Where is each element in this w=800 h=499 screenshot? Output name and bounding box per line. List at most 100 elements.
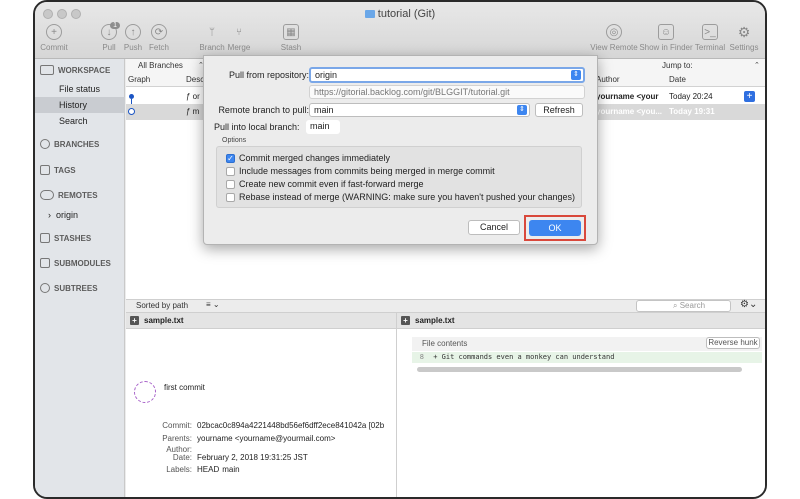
commit-node-icon — [128, 108, 135, 115]
row-description: ƒ m — [186, 107, 200, 116]
commit-icon: + — [46, 24, 62, 40]
checkbox-checked-icon[interactable]: ✓ — [226, 153, 235, 163]
stash-icon — [40, 233, 50, 243]
merge-icon: ⑂ — [236, 26, 242, 38]
checkbox-icon[interactable] — [226, 192, 235, 202]
view-remote-button[interactable]: ◎ View Remote — [590, 24, 638, 52]
sidebar-section-label: REMOTES — [58, 190, 98, 200]
avatar — [134, 381, 156, 403]
hunk-title: File contents — [422, 339, 468, 348]
branch-icon — [40, 139, 50, 149]
option-label: Create new commit even if fast-forward m… — [239, 179, 424, 189]
pull-icon: ↓ 1 — [101, 22, 120, 40]
branch-filter-dropdown[interactable]: All Branches — [138, 61, 183, 70]
commit-hash-value[interactable]: 02bcac0c894a4221448bd56ef6dff2ece841042a… — [197, 421, 384, 430]
sidebar-section-subtrees[interactable]: SUBTREES — [40, 283, 98, 293]
pull-label: Pull — [102, 43, 116, 52]
checkbox-icon[interactable] — [226, 179, 235, 189]
column-header-date[interactable]: Date — [669, 75, 686, 84]
sidebar-section-label: STASHES — [54, 233, 92, 243]
checkbox-icon[interactable] — [226, 166, 235, 176]
option-label: Rebase instead of merge (WARNING: make s… — [239, 192, 576, 202]
folder-icon — [364, 10, 375, 18]
date-row: Date: February 2, 2018 19:31:25 JST — [126, 453, 308, 462]
fetch-icon: ⟳ — [151, 24, 167, 40]
sidebar-section-label: BRANCHES — [54, 139, 100, 149]
refresh-button[interactable]: Refresh — [535, 103, 583, 117]
monitor-icon — [40, 65, 54, 75]
sidebar-item-label: File status — [59, 84, 101, 94]
commit-button[interactable]: + Commit — [39, 24, 69, 52]
gear-icon[interactable]: ⚙⌄ — [740, 299, 757, 310]
cancel-button[interactable]: Cancel — [468, 220, 520, 235]
sidebar-item-search[interactable]: Search — [35, 113, 125, 129]
diff-file-name: sample.txt — [415, 316, 455, 325]
remote-branch-label: Remote branch to pull: — [218, 105, 309, 115]
remote-branch-select[interactable]: main ⇕ — [309, 103, 530, 117]
pull-button[interactable]: ↓ 1 Pull — [97, 22, 121, 52]
sidebar-item-file-status[interactable]: File status — [35, 81, 125, 97]
list-view-icon[interactable]: ≡ ⌄ — [206, 300, 220, 309]
row-author: yourname <your — [596, 92, 659, 101]
chevron-up-down-icon[interactable]: ⌃ — [754, 61, 760, 69]
ok-button[interactable]: OK — [529, 220, 581, 236]
stash-button[interactable]: ▦ Stash — [277, 24, 305, 52]
date-label: Date: — [172, 453, 192, 462]
show-in-finder-label: Show in Finder — [639, 43, 693, 52]
search-icon: ⌕ — [673, 301, 680, 310]
option-label: Include messages from commits being merg… — [239, 166, 495, 176]
label-branch: main — [222, 465, 240, 474]
column-header-author[interactable]: Author — [596, 75, 620, 84]
terminal-button[interactable]: >_ Terminal — [693, 24, 727, 52]
option-rebase[interactable]: Rebase instead of merge (WARNING: make s… — [226, 192, 575, 202]
sidebar-section-tags[interactable]: TAGS — [40, 165, 76, 175]
sidebar-section-label: SUBMODULES — [54, 258, 111, 268]
window-title: tutorial (Git) — [35, 8, 765, 20]
option-commit-immediately[interactable]: ✓ Commit merged changes immediately — [226, 153, 390, 163]
file-added-icon: + — [130, 316, 139, 325]
column-header-description[interactable]: Desc — [186, 75, 204, 84]
row-description: ƒ or — [186, 92, 200, 101]
add-icon[interactable]: + — [744, 91, 755, 102]
sidebar-section-branches[interactable]: BRANCHES — [40, 139, 99, 149]
local-branch-label: Pull into local branch: — [214, 122, 300, 132]
sidebar-section-label: WORKSPACE — [58, 65, 111, 75]
sidebar-item-origin[interactable]: › origin — [35, 207, 125, 223]
remote-url-value: https://gitorial.backlog.com/git/BLGGIT/… — [314, 87, 510, 97]
row-date: Today 19:31 — [669, 107, 715, 116]
branch-button[interactable]: ᛘ Branch — [198, 24, 226, 53]
option-include-messages[interactable]: Include messages from commits being merg… — [226, 166, 495, 176]
sidebar-section-stashes[interactable]: STASHES — [40, 233, 91, 243]
sidebar-section-submodules[interactable]: SUBMODULES — [40, 258, 111, 268]
sidebar-item-label: History — [59, 100, 88, 110]
pull-from-repository-select[interactable]: origin ⇕ — [309, 67, 585, 83]
sidebar-item-history[interactable]: History — [35, 97, 125, 113]
tag-icon — [40, 165, 50, 175]
terminal-label: Terminal — [694, 43, 726, 52]
row-author: yourname <you... — [596, 107, 663, 116]
file-name: sample.txt — [144, 316, 184, 325]
label-head: HEAD — [197, 465, 220, 474]
parents-value[interactable]: yourname <yourname@yourmail.com> — [197, 434, 335, 443]
sidebar-section-workspace[interactable]: WORKSPACE — [40, 65, 110, 75]
horizontal-scrollbar[interactable] — [417, 367, 742, 372]
column-header-graph[interactable]: Graph — [128, 75, 150, 84]
globe-icon: ◎ — [606, 24, 622, 40]
sidebar-section-remotes[interactable]: REMOTES — [40, 190, 98, 200]
option-no-fast-forward[interactable]: Create new commit even if fast-forward m… — [226, 179, 424, 189]
push-button[interactable]: ↑ Push — [121, 24, 145, 52]
chevron-right-icon: › — [48, 210, 56, 220]
subtree-icon — [40, 283, 50, 293]
file-list-item[interactable]: + sample.txt — [126, 313, 396, 329]
search-input[interactable]: ⌕ Search — [636, 300, 731, 312]
fetch-button[interactable]: ⟳ Fetch — [145, 24, 173, 52]
reverse-hunk-button[interactable]: Reverse hunk — [706, 337, 760, 349]
local-branch-field[interactable]: main — [306, 120, 340, 134]
sort-dropdown[interactable]: Sorted by path — [136, 301, 188, 310]
show-in-finder-button[interactable]: ☺ Show in Finder — [639, 24, 693, 52]
search-placeholder: Search — [679, 301, 706, 310]
parents-label: Parents: — [162, 434, 192, 443]
merge-button[interactable]: ⑂ Merge — [225, 24, 253, 53]
settings-button[interactable]: ⚙ Settings — [727, 24, 761, 53]
toolbar: tutorial (Git) + Commit ↓ 1 Pull ↑ Push ⟳ Fet… — [35, 2, 765, 59]
